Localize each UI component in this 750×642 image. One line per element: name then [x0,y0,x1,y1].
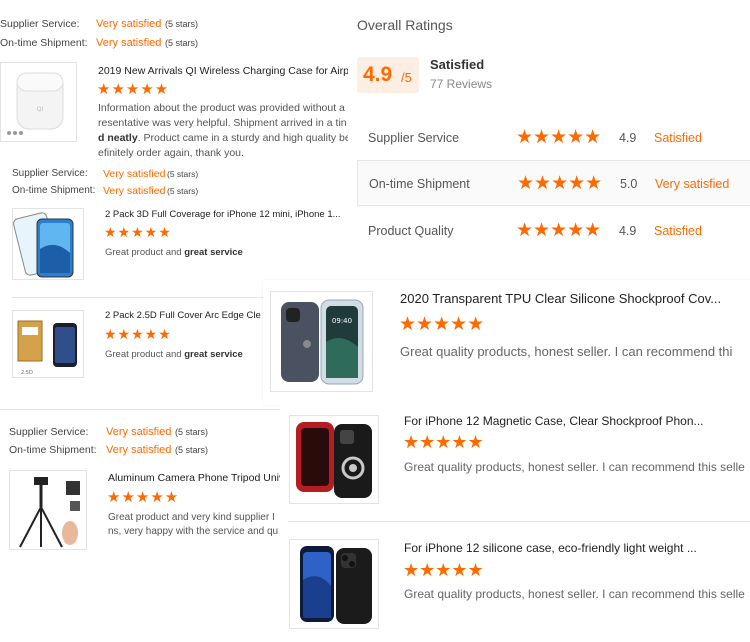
review-star-rating: ★★★★★ [104,224,172,240]
supplier-service-label: Supplier Service: [12,168,88,179]
rating-row-supplier-service: Supplier Service ★★★★★ 4.9 Satisfied [357,114,750,160]
review-text-line-4: efinitely order again, thank you. [98,147,244,159]
left-bottom-ratings: Supplier Service: Very satisfied (5 star… [0,418,290,462]
supplier-service-value: Very satisfied [96,18,162,30]
shipment-value: Very satisfied [103,185,166,197]
supplier-service-value: Very satisfied [103,168,166,180]
review-card-tripod: Aluminum Camera Phone Tripod Univ ★★★★★ … [0,462,288,562]
rating-row-product-quality: Product Quality ★★★★★ 4.9 Satisfied [357,206,750,252]
overall-score: 4.9 [363,63,393,86]
review-star-rating: ★★★★★ [104,326,172,342]
rating-row-score: 5.0 [620,177,638,191]
overall-ratings-heading: Overall Ratings [357,17,453,33]
divider [288,521,750,522]
review-card-screen-protector-3d: 2 Pack 3D Full Coverage for iPhone 12 mi… [0,198,348,290]
rating-row-status: Satisfied [654,224,702,238]
shipment-label: On-time Shipment: [12,185,96,196]
product-image-tpu-case[interactable]: 09:40 [270,291,373,392]
review-text-bold: great service [184,247,243,258]
review-text-bold: d neatly [98,132,138,144]
product-image-magnetic-case[interactable] [289,415,379,504]
review-text-plain: Great product and [105,349,185,360]
divider [0,409,290,410]
review-text-line-3: d neatly. Product came in a sturdy and h… [98,132,348,144]
review-product-title[interactable]: 2020 Transparent TPU Clear Silicone Shoc… [400,291,750,306]
review-card-screen-protector-25d: 2.5D 2 Pack 2.5D Full Cover Arc Edge Cle… [0,298,270,393]
supplier-service-stars-text: (5 stars) [167,169,199,179]
review-star-rating: ★★★★★ [403,432,484,452]
review-text: Great quality products, honest seller. I… [400,344,733,359]
overall-status: Satisfied [430,57,485,72]
review-star-rating: ★★★★★ [107,489,180,506]
review-card-silicone-case: For iPhone 12 silicone case, eco-friendl… [280,525,750,642]
review-text: Great product and great service [105,247,345,258]
review-text-line-2: resentative was very helpful. Shipment a… [98,117,347,129]
left-top-ratings: Supplier Service: Very satisfied (5 star… [0,0,350,60]
rating-row-label: On-time Shipment [369,177,470,191]
product-image-screen-protector[interactable] [12,208,84,280]
shipment-stars-text: (5 stars) [167,186,199,196]
rating-row-score: 4.9 [619,131,637,145]
rating-row-stars: ★★★★★ [516,127,602,148]
review-star-rating: ★★★★★ [97,81,170,98]
rating-row-status: Satisfied [654,131,702,145]
shipment-label: On-time Shipment: [0,37,88,49]
product-image-tripod[interactable] [9,470,87,550]
shipment-label: On-time Shipment: [9,444,97,456]
overall-score-badge: 4.9 /5 [357,57,419,93]
svg-text:2.5D: 2.5D [21,370,33,376]
product-image-charging-case[interactable]: QI [0,62,77,142]
review-product-title[interactable]: For iPhone 12 silicone case, eco-friendl… [404,541,750,555]
shipment-value: Very satisfied [106,444,172,456]
shipment-value: Very satisfied [96,37,162,49]
review-product-title[interactable]: Aluminum Camera Phone Tripod Univ [108,472,288,484]
review-card-charging-case: QI 2019 New Arrivals QI Wireless Chargin… [0,58,348,198]
review-text: Great quality products, honest seller. I… [404,460,745,474]
rating-row-label: Product Quality [368,224,454,238]
svg-text:QI: QI [37,106,44,113]
overall-ratings-panel: Overall Ratings 4.9 /5 Satisfied 77 Revi… [349,0,750,252]
rating-row-stars: ★★★★★ [517,173,603,194]
review-card-magnetic-case: For iPhone 12 Magnetic Case, Clear Shock… [280,405,750,517]
rating-row-stars: ★★★★★ [516,220,602,241]
supplier-service-label: Supplier Service: [0,18,80,30]
shipment-stars-text: (5 stars) [175,445,209,455]
review-star-rating: ★★★★★ [403,560,484,580]
review-text: Great product and great service [105,349,265,360]
rating-row-on-time-shipment: On-time Shipment ★★★★★ 5.0 Very satisfie… [357,160,750,206]
product-image-arc-edge-protector[interactable]: 2.5D [12,310,84,378]
phone-clock-text: 09:40 [332,317,352,325]
supplier-service-stars-text: (5 stars) [165,19,199,29]
review-text-line-1: Great product and very kind supplier I [108,512,275,523]
review-star-rating: ★★★★★ [399,314,485,335]
review-product-title[interactable]: 2019 New Arrivals QI Wireless Charging C… [98,65,348,77]
overall-score-suffix: /5 [401,70,412,85]
review-text-bold: great service [184,349,243,360]
review-product-title[interactable]: For iPhone 12 Magnetic Case, Clear Shock… [404,414,750,428]
review-text: Great quality products, honest seller. I… [404,587,745,601]
review-text-line-2: ns, very happy with the service and qu [108,526,279,537]
rating-row-score: 4.9 [619,224,637,238]
shipment-stars-text: (5 stars) [165,38,199,48]
supplier-service-label: Supplier Service: [9,426,89,438]
review-card-tpu-case: 09:40 2020 Transparent TPU Clear Silicon… [263,280,750,405]
review-text-line-1: Information about the product was provid… [98,102,345,114]
rating-row-status: Very satisfied [655,177,730,191]
rating-row-label: Supplier Service [368,131,460,145]
review-product-title[interactable]: 2 Pack 3D Full Coverage for iPhone 12 mi… [105,209,348,220]
review-product-title[interactable]: 2 Pack 2.5D Full Cover Arc Edge Cle [105,310,265,321]
product-image-silicone-case[interactable] [289,539,379,629]
review-text-rest: . Product came in a sturdy and high qual… [137,132,348,144]
review-text-plain: Great product and [105,247,185,258]
supplier-service-value: Very satisfied [106,426,172,438]
supplier-service-stars-text: (5 stars) [175,427,209,437]
overall-review-count[interactable]: 77 Reviews [430,77,492,91]
